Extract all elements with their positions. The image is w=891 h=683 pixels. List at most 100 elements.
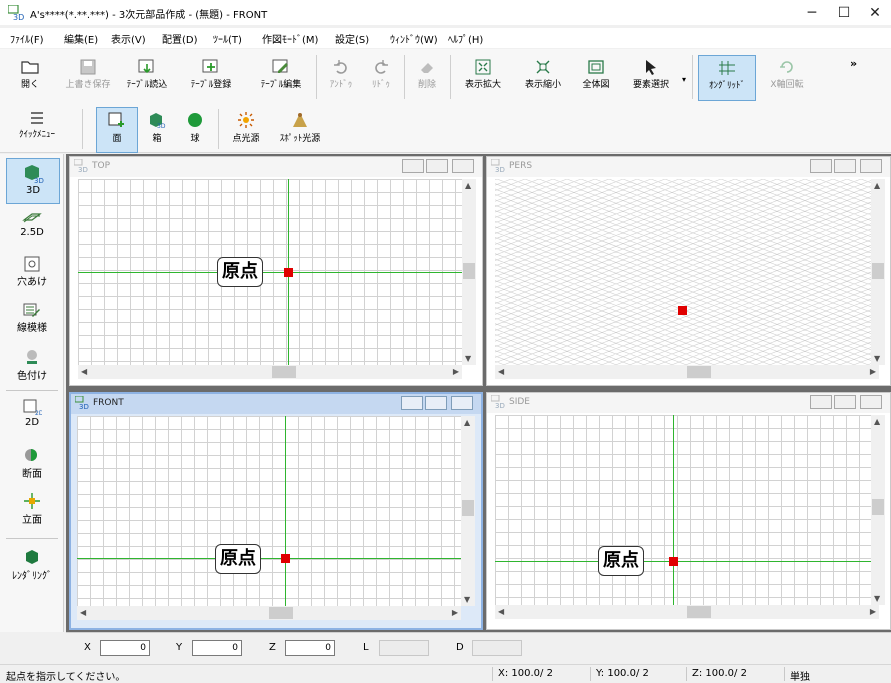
line-pattern-button[interactable]: 線模様 xyxy=(6,302,58,334)
overwrite-save-button[interactable]: 上書き保存 xyxy=(60,59,116,90)
pers-view-window[interactable]: 3D PERS ▲ ▼ ◀ ▶ xyxy=(486,156,891,386)
on-grid-toggle[interactable]: ｵﾝｸﾞﾘｯﾄﾞ xyxy=(698,55,756,101)
spot-light-button[interactable]: ｽﾎﾟｯﾄ光源 xyxy=(272,111,328,144)
close-button[interactable]: ✕ xyxy=(853,0,891,26)
child-restore-button[interactable] xyxy=(425,396,447,410)
undo-button[interactable]: ｱﾝﾄﾞｩ xyxy=(324,59,358,90)
point-light-button[interactable]: 点光源 xyxy=(224,111,268,144)
table-register-button[interactable]: ﾃｰﾌﾞﾙ登録 xyxy=(182,59,240,90)
scroll-down-icon[interactable]: ▼ xyxy=(874,354,880,363)
scroll-right-icon[interactable]: ▶ xyxy=(870,607,876,616)
scroll-thumb[interactable] xyxy=(463,263,475,279)
scroll-up-icon[interactable]: ▲ xyxy=(465,181,471,190)
top-view-canvas[interactable]: 原点 xyxy=(78,179,462,365)
front-view-canvas[interactable]: 原点 xyxy=(77,416,461,606)
mode-25d-button[interactable]: 2.5D xyxy=(6,210,58,238)
x-coordinate-field[interactable]: 0 xyxy=(100,640,150,656)
menu-window[interactable]: ｳｨﾝﾄﾞｳ(W) xyxy=(390,31,438,46)
scroll-thumb[interactable] xyxy=(872,263,884,279)
vertical-scrollbar[interactable]: ▲ ▼ xyxy=(871,415,885,605)
scroll-thumb[interactable] xyxy=(269,607,293,619)
side-view-canvas[interactable]: 原点 xyxy=(495,415,879,605)
horizontal-scrollbar[interactable]: ◀ ▶ xyxy=(78,365,462,379)
elevation-button[interactable]: 立面 xyxy=(6,492,58,526)
child-minimize-button[interactable] xyxy=(810,159,832,173)
scroll-thumb[interactable] xyxy=(462,500,474,516)
scroll-down-icon[interactable]: ▼ xyxy=(874,594,880,603)
x-axis-rotate-button[interactable]: X軸回転 xyxy=(760,59,814,90)
scroll-thumb[interactable] xyxy=(687,606,711,618)
redo-button[interactable]: ﾘﾄﾞｩ xyxy=(364,59,398,90)
scroll-down-icon[interactable]: ▼ xyxy=(464,595,470,604)
sphere-button[interactable]: 球 xyxy=(178,111,212,144)
child-close-button[interactable] xyxy=(452,159,474,173)
scroll-right-icon[interactable]: ▶ xyxy=(452,608,458,617)
vertical-scrollbar[interactable]: ▲ ▼ xyxy=(871,179,885,365)
vertical-scrollbar[interactable]: ▲ ▼ xyxy=(461,416,475,606)
child-restore-button[interactable] xyxy=(426,159,448,173)
child-minimize-button[interactable] xyxy=(402,159,424,173)
horizontal-scrollbar[interactable]: ◀ ▶ xyxy=(495,605,879,619)
menu-view[interactable]: 表示(V) xyxy=(111,31,146,46)
child-close-button[interactable] xyxy=(860,159,882,173)
section-button[interactable]: 断面 xyxy=(6,446,58,480)
open-button[interactable]: 開く xyxy=(16,59,44,90)
table-read-button[interactable]: ﾃｰﾌﾞﾙ読込 xyxy=(118,59,176,90)
pers-view-titlebar[interactable]: 3D PERS xyxy=(487,157,890,177)
dropdown-arrow-icon[interactable]: ▾ xyxy=(682,75,686,84)
scroll-up-icon[interactable]: ▲ xyxy=(874,417,880,426)
top-view-window[interactable]: 3D TOP 原点 ▲ ▼ ◀ ▶ xyxy=(69,156,483,386)
horizontal-scrollbar[interactable]: ◀ ▶ xyxy=(77,606,461,620)
vertical-scrollbar[interactable]: ▲ ▼ xyxy=(462,179,476,365)
scroll-left-icon[interactable]: ◀ xyxy=(498,607,504,616)
menu-settings[interactable]: 設定(S) xyxy=(335,31,369,46)
toolbar-overflow-button[interactable]: » xyxy=(850,57,857,70)
scroll-thumb[interactable] xyxy=(687,366,711,378)
child-minimize-button[interactable] xyxy=(401,396,423,410)
origin-marker[interactable] xyxy=(669,557,678,566)
zoom-out-button[interactable]: 表示縮小 xyxy=(518,59,568,90)
child-restore-button[interactable] xyxy=(834,395,856,409)
scroll-left-icon[interactable]: ◀ xyxy=(81,367,87,376)
horizontal-scrollbar[interactable]: ◀ ▶ xyxy=(495,365,879,379)
face-button[interactable]: 面 xyxy=(96,107,138,153)
side-view-titlebar[interactable]: 3D SIDE xyxy=(487,393,890,413)
side-view-window[interactable]: 3D SIDE 原点 ▲ ▼ ◀ ▶ xyxy=(486,392,891,630)
menu-edit[interactable]: 編集(E) xyxy=(64,31,98,46)
pers-view-canvas[interactable] xyxy=(495,179,879,365)
child-restore-button[interactable] xyxy=(834,159,856,173)
mode-2d-button[interactable]: 2D 2D xyxy=(6,398,58,428)
scroll-left-icon[interactable]: ◀ xyxy=(498,367,504,376)
quick-menu-button[interactable]: ｸｲｯｸﾒﾆｭｰ xyxy=(6,111,68,140)
full-view-button[interactable]: 全体図 xyxy=(576,59,616,90)
scroll-left-icon[interactable]: ◀ xyxy=(80,608,86,617)
menu-arrange[interactable]: 配置(D) xyxy=(162,31,198,46)
mode-3d-button[interactable]: 3D 3D xyxy=(6,158,60,204)
coloring-button[interactable]: 色付け xyxy=(6,348,58,382)
hole-button[interactable]: 穴あけ xyxy=(6,256,58,288)
rendering-button[interactable]: ﾚﾝﾀﾞﾘﾝｸﾞ xyxy=(6,548,58,582)
top-view-titlebar[interactable]: 3D TOP xyxy=(70,157,482,177)
menu-draw-mode[interactable]: 作図ﾓｰﾄﾞ(M) xyxy=(262,31,318,46)
front-view-window[interactable]: 3D FRONT 原点 ▲ ▼ ◀ ▶ xyxy=(69,392,483,630)
zoom-in-button[interactable]: 表示拡大 xyxy=(458,59,508,90)
scroll-up-icon[interactable]: ▲ xyxy=(464,418,470,427)
scroll-thumb[interactable] xyxy=(872,499,884,515)
table-edit-button[interactable]: ﾃｰﾌﾞﾙ編集 xyxy=(252,59,310,90)
front-view-titlebar[interactable]: 3D FRONT xyxy=(71,394,481,414)
delete-button[interactable]: 削除 xyxy=(410,59,444,90)
scroll-thumb[interactable] xyxy=(272,366,296,378)
origin-marker[interactable] xyxy=(678,306,687,315)
menu-help[interactable]: ﾍﾙﾌﾟ(H) xyxy=(448,31,483,46)
origin-marker[interactable] xyxy=(281,554,290,563)
scroll-right-icon[interactable]: ▶ xyxy=(453,367,459,376)
child-close-button[interactable] xyxy=(860,395,882,409)
menu-tools[interactable]: ﾂｰﾙ(T) xyxy=(213,31,242,46)
child-close-button[interactable] xyxy=(451,396,473,410)
child-minimize-button[interactable] xyxy=(810,395,832,409)
element-select-button[interactable]: 要素選択 xyxy=(624,59,678,90)
scroll-down-icon[interactable]: ▼ xyxy=(465,354,471,363)
scroll-up-icon[interactable]: ▲ xyxy=(874,181,880,190)
scroll-right-icon[interactable]: ▶ xyxy=(870,367,876,376)
origin-marker[interactable] xyxy=(284,268,293,277)
